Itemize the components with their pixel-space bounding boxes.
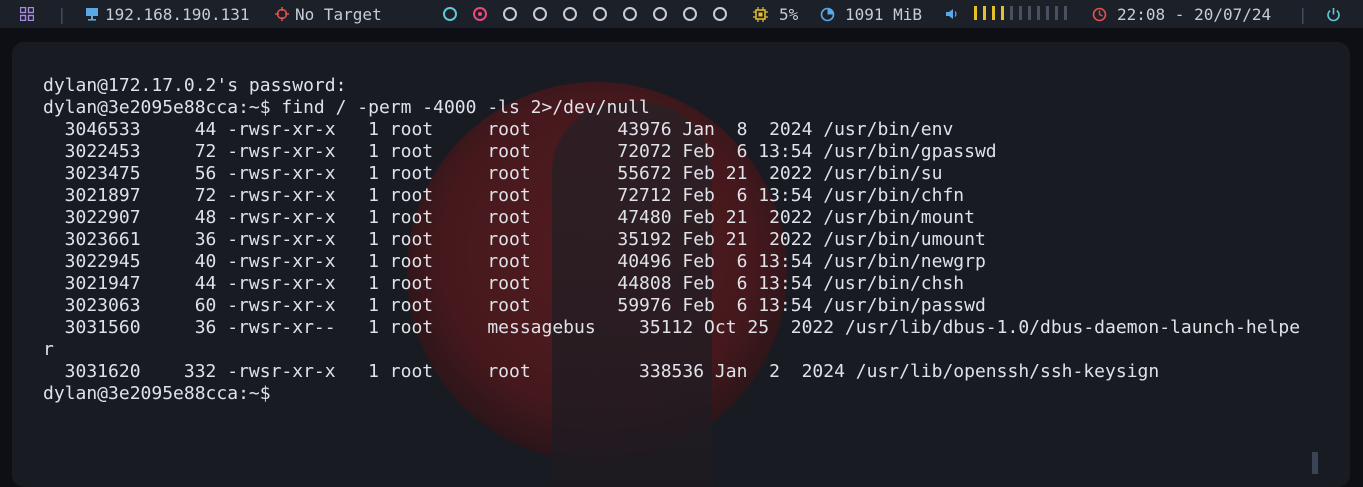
terminal-line: 3021897 72 -rwsr-xr-x 1 root root 72712 … bbox=[43, 185, 965, 206]
volume-segment bbox=[1055, 6, 1058, 20]
terminal-window[interactable]: dylan@172.17.0.2's password: dylan@3e209… bbox=[12, 42, 1350, 487]
volume-segment bbox=[1046, 6, 1049, 20]
memory-usage: 1091 MiB bbox=[845, 4, 923, 24]
volume-segment bbox=[992, 6, 995, 20]
terminal-line: 3023063 60 -rwsr-xr-x 1 root root 59976 … bbox=[43, 295, 986, 316]
workspace-5[interactable] bbox=[563, 7, 577, 21]
workspace-10[interactable] bbox=[713, 7, 727, 21]
volume-segment bbox=[1064, 6, 1067, 20]
power-icon[interactable] bbox=[1326, 0, 1341, 28]
workspace-6[interactable] bbox=[593, 7, 607, 21]
status-bar: | 192.168.190.131 No Target 5% 1091 MiB … bbox=[0, 0, 1363, 28]
terminal-line: 3023475 56 -rwsr-xr-x 1 root root 55672 … bbox=[43, 163, 943, 184]
workspace-4[interactable] bbox=[533, 7, 547, 21]
volume-segment bbox=[974, 6, 977, 20]
terminal-line: r bbox=[43, 339, 54, 360]
workspace-1[interactable] bbox=[443, 7, 457, 21]
terminal-line: 3022907 48 -rwsr-xr-x 1 root root 47480 … bbox=[43, 207, 975, 228]
terminal-line: 3046533 44 -rwsr-xr-x 1 root root 43976 … bbox=[43, 119, 954, 140]
ip-address: 192.168.190.131 bbox=[105, 4, 250, 24]
volume-segment bbox=[1010, 6, 1013, 20]
cpu-usage: 5% bbox=[779, 4, 799, 24]
volume-icon[interactable] bbox=[945, 0, 959, 28]
terminal-cursor bbox=[1312, 452, 1318, 474]
terminal-line: 3022945 40 -rwsr-xr-x 1 root root 40496 … bbox=[43, 251, 986, 272]
terminal-line: 3022453 72 -rwsr-xr-x 1 root root 72072 … bbox=[43, 141, 997, 162]
network-icon bbox=[85, 0, 99, 28]
workspace-9[interactable] bbox=[683, 7, 697, 21]
volume-segment bbox=[1001, 6, 1004, 20]
memory-icon bbox=[820, 0, 835, 28]
app-grid-icon[interactable] bbox=[20, 0, 34, 28]
terminal-line: dylan@172.17.0.2's password: bbox=[43, 75, 347, 96]
terminal-line: 3021947 44 -rwsr-xr-x 1 root root 44808 … bbox=[43, 273, 965, 294]
terminal-line: 3023661 36 -rwsr-xr-x 1 root root 35192 … bbox=[43, 229, 986, 250]
terminal-output[interactable]: dylan@172.17.0.2's password: dylan@3e209… bbox=[43, 75, 1300, 405]
terminal-line: 3031560 36 -rwsr-xr-- 1 root messagebus … bbox=[43, 317, 1301, 338]
target-label: No Target bbox=[295, 4, 382, 24]
workspace-2[interactable] bbox=[473, 7, 487, 21]
volume-segment bbox=[983, 6, 986, 20]
separator: | bbox=[57, 4, 67, 24]
workspace-7[interactable] bbox=[623, 7, 637, 21]
terminal-prompt: dylan@3e2095e88cca:~$ bbox=[43, 383, 271, 404]
separator: | bbox=[1298, 4, 1308, 24]
terminal-line: dylan@3e2095e88cca:~$ find / -perm -4000… bbox=[43, 97, 650, 118]
cpu-icon bbox=[753, 0, 768, 28]
crosshair-icon bbox=[275, 0, 289, 28]
volume-segment bbox=[1019, 6, 1022, 20]
workspace-3[interactable] bbox=[503, 7, 517, 21]
clock-datetime: 22:08 - 20/07/24 bbox=[1117, 4, 1272, 24]
volume-segment bbox=[1028, 6, 1031, 20]
volume-segment bbox=[1037, 6, 1040, 20]
workspace-8[interactable] bbox=[653, 7, 667, 21]
terminal-line: 3031620 332 -rwsr-xr-x 1 root root 33853… bbox=[43, 361, 1160, 382]
clock-icon bbox=[1092, 0, 1107, 28]
